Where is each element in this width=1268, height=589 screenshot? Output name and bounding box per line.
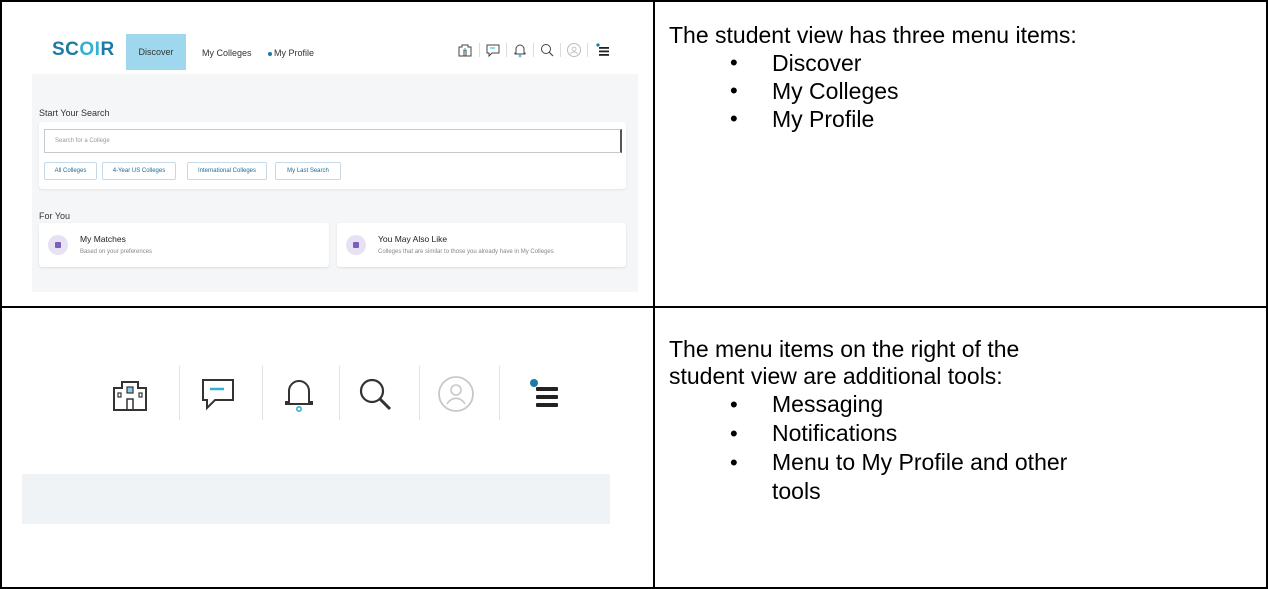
bell-icon <box>285 380 313 412</box>
list-item: Discover <box>669 49 1266 77</box>
bell-icon[interactable] <box>512 42 528 58</box>
card-subtitle: Based on your preferences <box>80 249 153 255</box>
menu-items-description: The student view has three menu items: D… <box>655 2 1266 133</box>
list-item: My Profile <box>669 105 1266 133</box>
nav-separator <box>479 43 480 57</box>
for-you-heading: For You <box>39 211 71 221</box>
document-table: SCOIR Discover My Colleges My Profile St… <box>0 0 1268 589</box>
nav-separator <box>506 43 507 57</box>
menu-items-list: Discover My Colleges My Profile <box>669 49 1266 133</box>
list-item: Menu to My Profile and other <box>669 448 1266 477</box>
nav-separator <box>560 43 561 57</box>
description-intro: The student view has three menu items: <box>669 22 1077 48</box>
top-nav: SCOIR Discover My Colleges My Profile <box>32 24 638 74</box>
list-item: Notifications <box>669 419 1266 448</box>
search-icon <box>359 378 392 411</box>
message-icon[interactable] <box>485 42 501 58</box>
chip-my-last-search[interactable]: My Last Search <box>275 162 341 180</box>
tab-discover[interactable]: Discover <box>126 34 186 70</box>
college-building-icon[interactable] <box>457 42 473 58</box>
list-item: My Colleges <box>669 77 1266 105</box>
icon-separator <box>419 366 420 420</box>
you-may-also-like-card[interactable]: You May Also Like Colleges that are simi… <box>337 223 626 267</box>
tab-my-colleges[interactable]: My Colleges <box>202 36 252 70</box>
list-item: Messaging <box>669 390 1266 419</box>
list-item-continuation: tools <box>772 478 821 504</box>
icon-separator <box>262 366 263 420</box>
screenshot-cell-tools <box>0 306 655 589</box>
matches-icon <box>48 235 68 255</box>
college-search-input[interactable]: Search for a College <box>44 129 622 153</box>
description-intro-line-2: student view are additional tools: <box>669 363 1003 389</box>
nav-separator <box>587 43 588 57</box>
icon-separator <box>339 366 340 420</box>
icon-separator <box>499 366 500 420</box>
chip-4-year-us-colleges[interactable]: 4-Year US Colleges <box>102 162 176 180</box>
start-search-heading: Start Your Search <box>39 108 110 118</box>
search-icon[interactable] <box>539 42 555 58</box>
zoomed-tool-icons-screenshot <box>22 356 610 554</box>
avatar-icon[interactable] <box>566 42 582 58</box>
card-title: You May Also Like <box>378 234 448 244</box>
chip-international-colleges[interactable]: International Colleges <box>187 162 267 180</box>
screenshot-background-strip <box>22 474 610 524</box>
my-matches-card[interactable]: My Matches Based on your preferences <box>39 223 329 267</box>
tools-list: Messaging Notifications Menu to My Profi… <box>669 390 1266 506</box>
screenshot-cell-student-view: SCOIR Discover My Colleges My Profile St… <box>0 0 655 308</box>
search-card: Search for a College All Colleges 4-Year… <box>39 122 626 189</box>
menu-icon[interactable] <box>595 42 611 58</box>
nav-separator <box>533 43 534 57</box>
description-cell-tools: The menu items on the right of the stude… <box>653 306 1268 589</box>
thumbs-up-icon <box>346 235 366 255</box>
tools-description: The menu items on the right of the stude… <box>655 308 1266 506</box>
card-title: My Matches <box>80 234 126 244</box>
scoir-student-view-screenshot: SCOIR Discover My Colleges My Profile St… <box>32 24 638 292</box>
description-cell-menu-items: The student view has three menu items: D… <box>653 0 1268 308</box>
avatar-icon <box>438 376 474 412</box>
profile-indicator-dot <box>268 51 272 56</box>
chip-all-colleges[interactable]: All Colleges <box>44 162 97 180</box>
scoir-logo: SCOIR <box>52 39 115 60</box>
icon-separator <box>179 366 180 420</box>
menu-icon <box>530 379 558 407</box>
card-subtitle: Colleges that are similar to those you a… <box>378 249 554 255</box>
description-intro-line-1: The menu items on the right of the <box>669 336 1020 362</box>
tab-my-profile[interactable]: My Profile <box>268 36 314 70</box>
message-icon <box>202 379 234 411</box>
college-building-icon <box>113 381 147 411</box>
